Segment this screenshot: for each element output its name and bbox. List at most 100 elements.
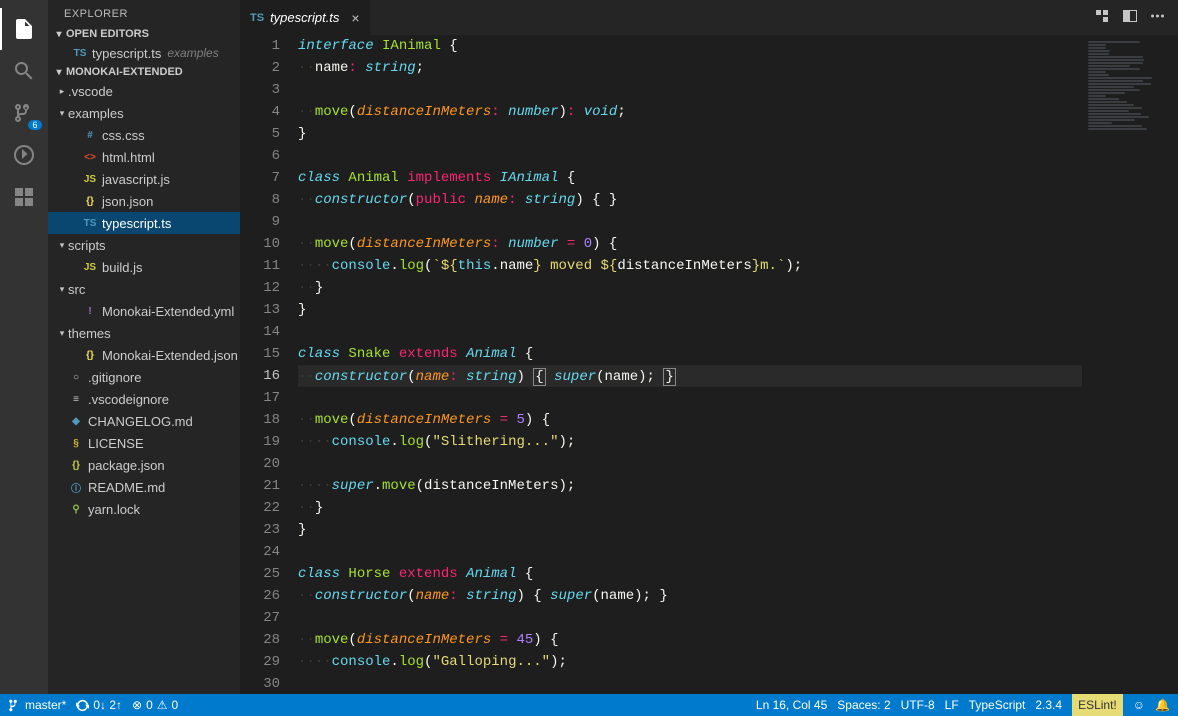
folder-label: .vscode [68,84,113,99]
file-icon: ≡ [68,391,84,407]
file-item[interactable]: ○.gitignore [48,366,240,388]
file-item[interactable]: {}json.json [48,190,240,212]
status-ts-version[interactable]: 2.3.4 [1035,698,1062,712]
file-icon: TS [82,215,98,231]
code-line[interactable]: ··move(distanceInMeters: number = 0) { [298,233,1082,255]
file-icon: TS [72,45,88,61]
tab-typescript[interactable]: TS typescript.ts × [240,0,371,35]
close-icon[interactable]: × [351,10,359,26]
code-line[interactable]: ··constructor(name: string) { super(name… [298,585,1082,607]
code-line[interactable]: class Animal implements IAnimal { [298,167,1082,189]
file-item[interactable]: ◆CHANGELOG.md [48,410,240,432]
open-editor-item[interactable]: TStypescript.tsexamples [48,42,240,64]
code-line[interactable]: ····super.move(distanceInMeters); [298,475,1082,497]
file-item[interactable]: JSjavascript.js [48,168,240,190]
folder-header[interactable]: ▾ MONOKAI-EXTENDED [48,64,240,80]
code-line[interactable]: ··move(distanceInMeters = 5) { [298,409,1082,431]
code-line[interactable]: ··name: string; [298,57,1082,79]
file-label: css.css [102,128,145,143]
status-branch[interactable]: master* [8,698,66,712]
code-line[interactable] [298,607,1082,629]
code-line[interactable]: ··} [298,497,1082,519]
status-problems[interactable]: ⊗ 0 ⚠ 0 [132,698,178,712]
code-line[interactable]: ····console.log("Galloping..."); [298,651,1082,673]
code-line[interactable]: } [298,123,1082,145]
status-feedback[interactable]: ☺ [1133,698,1145,712]
code-line[interactable]: ··constructor(public name: string) { } [298,189,1082,211]
status-sync[interactable]: 0↓ 2↑ [76,698,122,712]
status-lang[interactable]: TypeScript [969,698,1026,712]
editor-area: TS typescript.ts × 123456789101112131415… [240,0,1178,694]
code-line[interactable] [298,145,1082,167]
activity-extensions[interactable] [0,176,48,218]
activity-explorer[interactable] [0,8,48,50]
file-item[interactable]: TStypescript.ts [48,212,240,234]
file-label: html.html [102,150,155,165]
code-line[interactable] [298,79,1082,101]
activity-bar: 6 [0,0,48,694]
chevron-down-icon: ▾ [52,29,66,40]
code-line[interactable]: interface IAnimal { [298,35,1082,57]
file-icon: {} [82,193,98,209]
code-line[interactable] [298,321,1082,343]
code-line[interactable]: ··} [298,277,1082,299]
code-line[interactable] [298,541,1082,563]
file-icon: JS [82,259,98,275]
status-notifications[interactable]: 🔔 [1155,698,1170,712]
code-line[interactable]: ··move(distanceInMeters: number): void; [298,101,1082,123]
file-label: Monokai-Extended.json [102,348,238,363]
split-editor-icon[interactable] [1122,8,1138,27]
file-item[interactable]: # css.css [48,124,240,146]
file-item[interactable]: <>html.html [48,146,240,168]
status-eol[interactable]: LF [945,698,959,712]
file-item[interactable]: JSbuild.js [48,256,240,278]
code-line[interactable] [298,211,1082,233]
code-line[interactable]: } [298,519,1082,541]
status-spaces[interactable]: Spaces: 2 [837,698,890,712]
extensions-icon [12,185,36,209]
code-content[interactable]: interface IAnimal {··name: string; ··move… [298,35,1082,694]
status-bar: master* 0↓ 2↑ ⊗ 0 ⚠ 0 Ln 16, Col 45 Spac… [0,694,1178,716]
file-item[interactable]: {}Monokai-Extended.json [48,344,240,366]
file-item[interactable]: !Monokai-Extended.yml [48,300,240,322]
activity-search[interactable] [0,50,48,92]
folder-item[interactable]: ▾examples [48,102,240,124]
more-icon[interactable] [1150,8,1166,27]
file-item[interactable]: ≡ .vscodeignore [48,388,240,410]
line-gutter: 1234567891011121314151617181920212223242… [240,35,298,694]
file-item[interactable]: ⚲yarn.lock [48,498,240,520]
file-label: .vscodeignore [88,392,169,407]
code-line[interactable]: class Snake extends Animal { [298,343,1082,365]
minimap[interactable] [1082,35,1178,694]
file-item[interactable]: ⓘREADME.md [48,476,240,498]
file-label: README.md [88,480,165,495]
code-line[interactable]: ··constructor(name: string) { super(name… [298,365,1082,387]
folder-item[interactable]: ▸.vscode [48,80,240,102]
file-item[interactable]: §LICENSE [48,432,240,454]
code-line[interactable]: ····console.log(`${this.name} moved ${di… [298,255,1082,277]
file-icon: # [82,127,98,143]
file-item[interactable]: {}package.json [48,454,240,476]
folder-item[interactable]: ▾scripts [48,234,240,256]
sync-icon [76,699,89,712]
folder-item[interactable]: ▾themes [48,322,240,344]
chevron-down-icon: ▾ [56,328,68,339]
compare-changes-icon[interactable] [1094,8,1110,27]
activity-scm[interactable]: 6 [0,92,48,134]
code-line[interactable] [298,453,1082,475]
activity-debug[interactable] [0,134,48,176]
code-line[interactable] [298,673,1082,694]
code-line[interactable]: ··move(distanceInMeters = 45) { [298,629,1082,651]
status-encoding[interactable]: UTF-8 [901,698,935,712]
code-line[interactable]: class Horse extends Animal { [298,563,1082,585]
folder-label: scripts [68,238,106,253]
open-editors-header[interactable]: ▾ OPEN EDITORS [48,26,240,42]
folder-item[interactable]: ▾src [48,278,240,300]
code-line[interactable] [298,387,1082,409]
status-eslint[interactable]: ESLint! [1072,694,1123,716]
status-lncol[interactable]: Ln 16, Col 45 [756,698,827,712]
file-icon: ○ [68,369,84,385]
code-editor[interactable]: 1234567891011121314151617181920212223242… [240,35,1082,694]
code-line[interactable]: ····console.log("Slithering..."); [298,431,1082,453]
code-line[interactable]: } [298,299,1082,321]
